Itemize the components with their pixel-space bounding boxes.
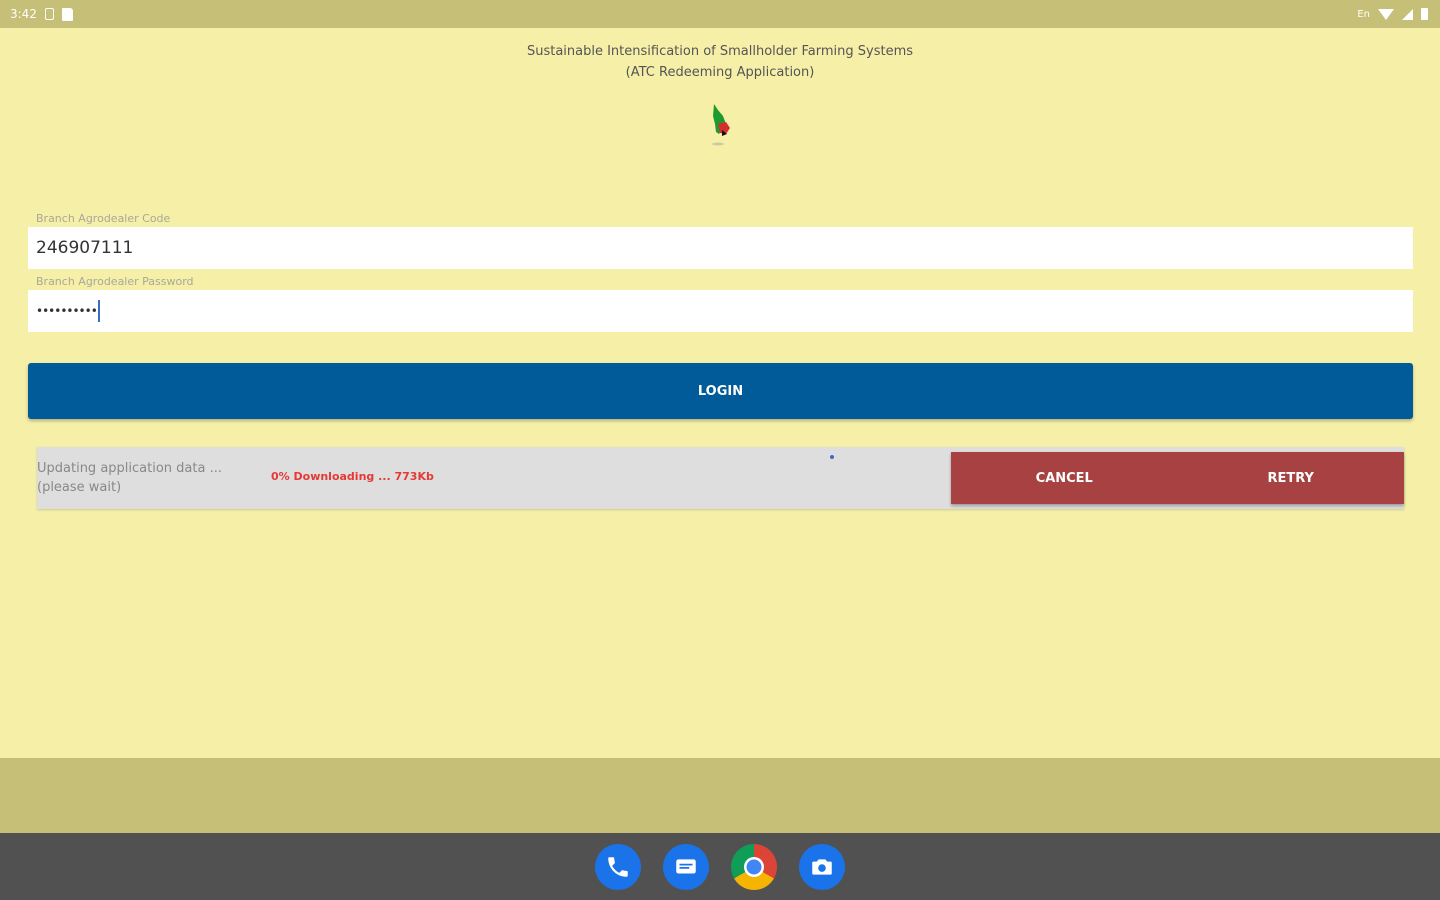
text-cursor: [97, 300, 100, 322]
phone-icon[interactable]: [595, 843, 641, 890]
cancel-button[interactable]: CANCEL: [951, 452, 1178, 504]
download-progress-text: 0% Downloading ... 773Kb: [271, 470, 434, 483]
wifi-icon: [1378, 8, 1394, 20]
messages-icon[interactable]: [663, 843, 709, 890]
update-button-group: CANCEL RETRY: [951, 452, 1404, 504]
status-bar: 3:42 En: [0, 0, 1440, 28]
sim-icon: [44, 8, 54, 20]
sd-card-icon: [61, 7, 73, 21]
status-time: 3:42: [10, 7, 37, 21]
status-left: 3:42: [10, 7, 73, 21]
app-content: Sustainable Intensification of Smallhold…: [0, 28, 1440, 758]
navigation-band: [0, 758, 1440, 833]
taskbar: [0, 833, 1440, 900]
retry-button[interactable]: RETRY: [1178, 452, 1405, 504]
camera-icon[interactable]: [799, 843, 845, 890]
app-title-line2: (ATC Redeeming Application): [625, 65, 815, 80]
battery-icon: [1421, 8, 1428, 20]
update-panel: Updating application data ... (please wa…: [37, 447, 1404, 509]
login-button[interactable]: LOGIN: [28, 363, 1413, 419]
language-indicator: En: [1357, 8, 1370, 20]
update-status-line2: (please wait): [37, 480, 122, 495]
password-label: Branch Agrodealer Password: [36, 275, 194, 288]
app-title: Sustainable Intensification of Smallhold…: [0, 41, 1440, 83]
signal-icon: [1402, 8, 1413, 20]
status-right: En: [1357, 8, 1428, 20]
chrome-icon[interactable]: [731, 843, 777, 890]
code-input[interactable]: 246907111: [28, 227, 1413, 269]
password-value: ••••••••••: [36, 304, 98, 318]
code-value: 246907111: [36, 238, 134, 258]
code-label: Branch Agrodealer Code: [36, 212, 171, 225]
zambia-map-logo-icon: [712, 104, 730, 146]
progress-indicator: [830, 455, 834, 459]
password-input[interactable]: ••••••••••: [28, 290, 1413, 332]
update-status-line1: Updating application data ...: [37, 461, 222, 476]
app-title-line1: Sustainable Intensification of Smallhold…: [526, 44, 914, 59]
update-status: Updating application data ... (please wa…: [37, 459, 222, 497]
